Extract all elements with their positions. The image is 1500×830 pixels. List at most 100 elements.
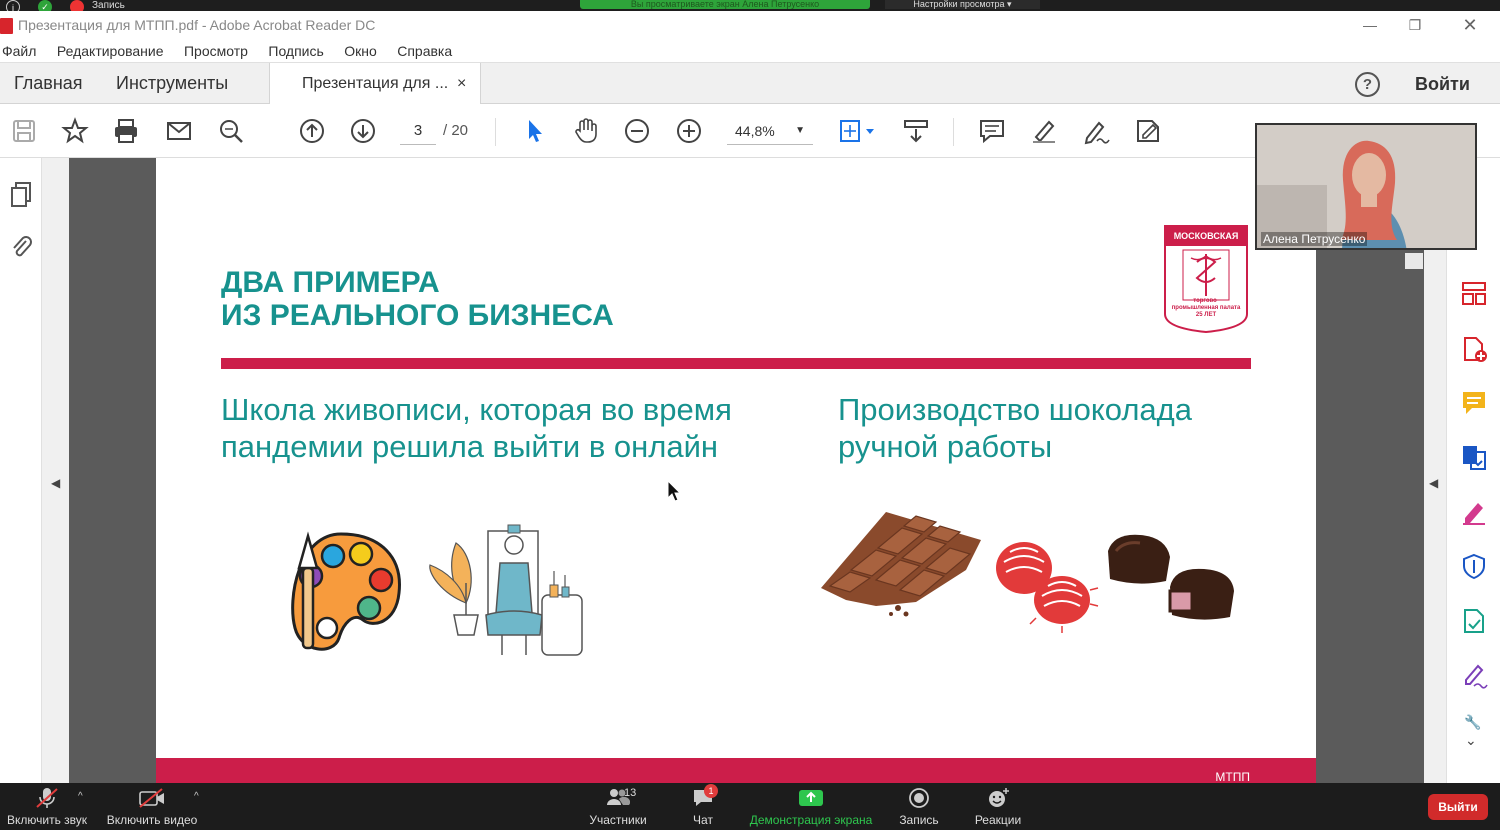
participant-name: Алена Петрусенко [1261, 232, 1368, 246]
comment-icon[interactable] [978, 117, 1006, 145]
menu-window[interactable]: Окно [344, 40, 377, 62]
menu-help[interactable]: Справка [397, 40, 452, 62]
share-screen-button[interactable]: Демонстрация экрана [746, 787, 876, 827]
menu-file[interactable]: Файл [2, 40, 36, 62]
toolbar-divider [495, 118, 496, 146]
minimize-icon[interactable]: — [1355, 15, 1385, 35]
restore-icon[interactable]: ❐ [1400, 15, 1430, 35]
chevron-down-icon[interactable]: ⌄ [1465, 732, 1477, 749]
zoom-level-value: 44,8% [735, 123, 775, 139]
menu-edit[interactable]: Редактирование [57, 40, 164, 62]
zoom-level-select[interactable]: 44,8% ▼ [727, 117, 813, 145]
record-button-label: Запись [899, 813, 939, 827]
left-nav-pane [0, 158, 42, 783]
tab-document[interactable]: Презентация для ... × [269, 63, 481, 105]
chevron-left-icon[interactable]: ◀ [51, 476, 60, 490]
vertical-scrollbar[interactable] [1405, 158, 1423, 783]
chat-button[interactable]: 1 Чат [680, 784, 726, 827]
attachment-icon[interactable] [9, 233, 35, 261]
organize-pages-icon[interactable] [1460, 280, 1488, 313]
previous-page-icon[interactable] [298, 117, 326, 145]
signature-icon[interactable] [1460, 661, 1488, 694]
caret-up-icon[interactable]: ^ [194, 791, 199, 802]
menu-bar: Файл Редактирование Просмотр Подпись Окн… [0, 40, 1500, 62]
red-candies-illustration [996, 542, 1099, 633]
participant-video[interactable]: Алена Петрусенко [1255, 123, 1477, 250]
slide-title-line1: ДВА ПРИМЕРА [221, 266, 440, 299]
export-pdf-icon[interactable] [1460, 443, 1488, 476]
participants-icon: 13 [598, 787, 638, 809]
menu-sign[interactable]: Подпись [268, 40, 323, 62]
pdf-page-slide: ДВА ПРИМЕРА ИЗ РЕАЛЬНОГО БИЗНЕСА МОСКОВС… [156, 158, 1316, 783]
chocolate-bar-illustration [821, 512, 981, 617]
chat-label: Чат [693, 813, 713, 827]
menu-view[interactable]: Просмотр [184, 40, 248, 62]
video-muted-icon [139, 788, 164, 808]
close-window-icon[interactable]: ✕ [1455, 15, 1485, 35]
tab-bar: Главная Инструменты Презентация для ... … [0, 62, 1500, 105]
view-settings-button[interactable]: Настройки просмотра ▾ [885, 0, 1040, 9]
start-video-label: Включить видео [106, 813, 198, 827]
edit-share-icon[interactable] [1134, 117, 1162, 145]
search-zoom-icon[interactable] [217, 117, 245, 145]
wrench-icon[interactable]: 🔧 [1464, 714, 1481, 731]
record-icon [909, 788, 929, 808]
share-banner: Вы просматриваете экран Алена Петрусенко [580, 0, 870, 9]
highlight-pen-icon[interactable] [1030, 117, 1058, 145]
page-total: / 20 [443, 122, 469, 139]
paint-palette-icon [291, 531, 401, 651]
sign-pen-icon[interactable] [1082, 117, 1110, 145]
microphone-muted-icon [36, 788, 58, 808]
share-screen-icon [799, 790, 823, 806]
tab-home[interactable]: Главная [14, 63, 83, 104]
reactions-button[interactable]: Реакции [970, 787, 1026, 827]
zoom-in-icon[interactable] [675, 117, 703, 145]
left-pane-toggle[interactable]: ◀ [42, 158, 69, 783]
protect-shield-icon[interactable] [1460, 552, 1488, 585]
chevron-right-icon[interactable]: ◀ [1429, 476, 1438, 490]
reactions-label: Реакции [974, 813, 1022, 827]
participants-button[interactable]: 13 Участники [586, 787, 650, 827]
scroll-mode-icon[interactable] [902, 117, 930, 145]
slide-footer-band: МТПП [156, 758, 1316, 783]
zoom-control-bar: Включить звук ^ Включить видео ^ 13 Учас… [0, 783, 1500, 830]
send-review-icon[interactable] [1460, 607, 1488, 640]
logo-caption: торгово-промышленная палата 25 ЛЕТ [1171, 298, 1241, 318]
next-page-icon[interactable] [349, 117, 377, 145]
participants-label: Участники [589, 813, 647, 827]
zoom-top-strip: i ✓ Запись Вы просматриваете экран Алена… [0, 0, 1500, 14]
slide-title-line2: ИЗ РЕАЛЬНОГО БИЗНЕСА [221, 299, 614, 332]
comment-tool-icon[interactable] [1460, 389, 1488, 422]
leave-meeting-button[interactable]: Выйти [1428, 794, 1488, 820]
start-video-button[interactable]: Включить видео [104, 787, 200, 827]
zoom-out-icon[interactable] [623, 117, 651, 145]
save-icon[interactable] [10, 117, 38, 145]
fit-page-icon[interactable] [838, 117, 878, 145]
chevron-down-icon: ▼ [795, 125, 805, 136]
select-cursor-icon[interactable] [521, 117, 549, 145]
help-icon[interactable]: ? [1355, 72, 1380, 97]
page-number-input[interactable]: 3 [400, 117, 436, 145]
slide-title: ДВА ПРИМЕРА ИЗ РЕАЛЬНОГО БИЗНЕСА [221, 266, 614, 332]
caret-up-icon[interactable]: ^ [78, 791, 83, 802]
bookmark-star-icon[interactable] [61, 117, 89, 145]
fill-sign-icon[interactable] [1460, 498, 1488, 531]
page-thumbnails-icon[interactable] [9, 180, 35, 208]
tab-tools[interactable]: Инструменты [116, 63, 228, 104]
slide-divider [221, 358, 1251, 369]
email-icon[interactable] [165, 117, 193, 145]
scrollbar-thumb[interactable] [1405, 253, 1423, 269]
mute-label: Включить звук [6, 813, 88, 827]
tab-close-icon[interactable]: × [457, 63, 466, 104]
slide-footer-text: МТПП [1215, 770, 1250, 783]
window-title: Презентация для МТПП.pdf - Adobe Acrobat… [18, 17, 376, 33]
chat-badge: 1 [704, 784, 718, 798]
right-pane-toggle[interactable]: ◀ [1424, 158, 1446, 783]
login-button[interactable]: Войти [1415, 63, 1470, 105]
create-pdf-icon[interactable] [1460, 335, 1488, 368]
reactions-smiley-icon [989, 788, 1009, 807]
print-icon[interactable] [112, 117, 140, 145]
record-button[interactable]: Запись [894, 787, 944, 827]
slide-right-text: Производство шоколада ручной работы [838, 392, 1192, 464]
hand-tool-icon[interactable] [572, 117, 600, 145]
